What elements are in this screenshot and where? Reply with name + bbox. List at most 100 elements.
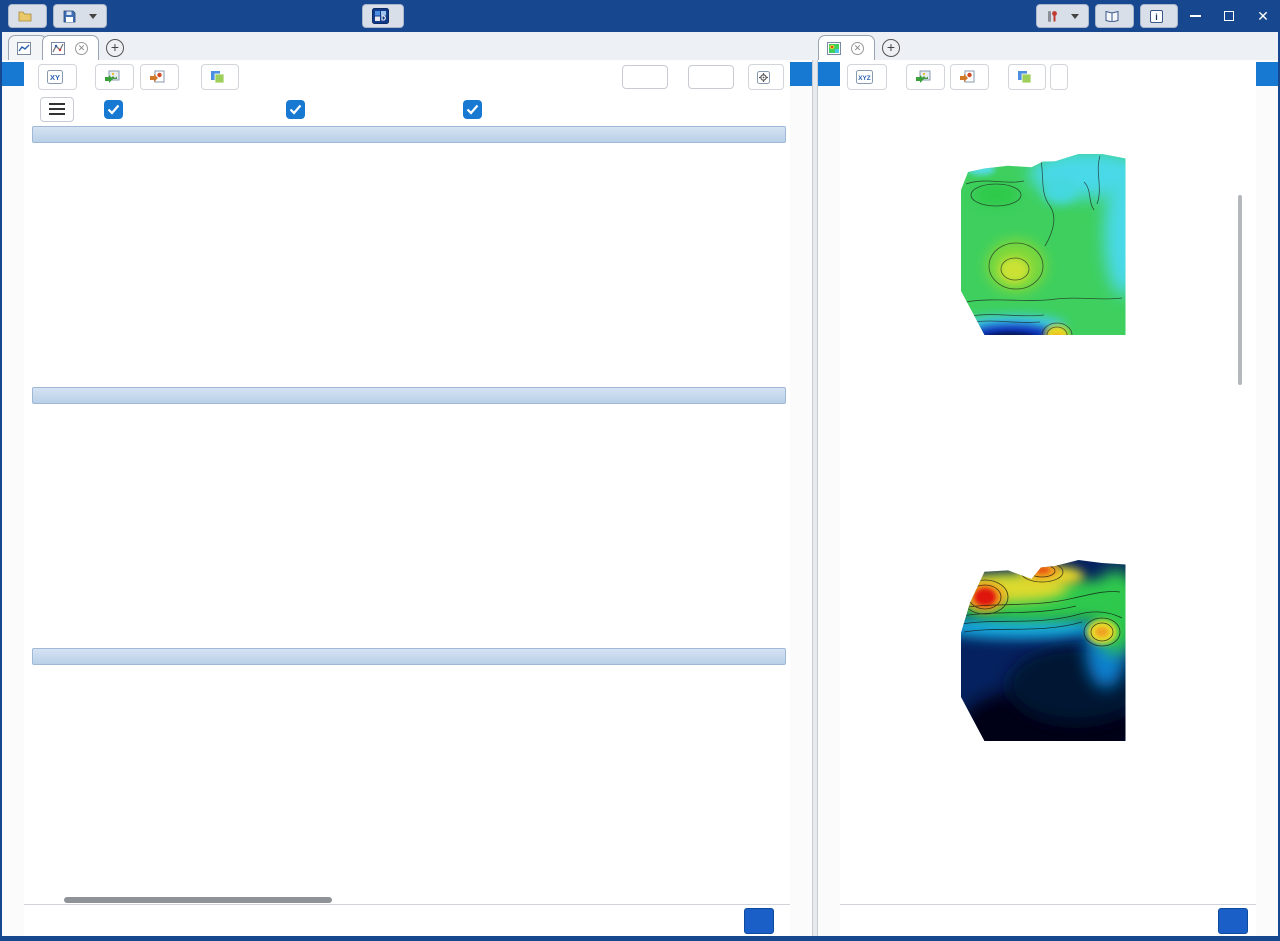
chart-thc-2000 bbox=[534, 665, 779, 896]
tab-xy-plot[interactable]: ✕ bbox=[42, 35, 99, 60]
section-bmep bbox=[32, 387, 790, 642]
gear-icon bbox=[757, 71, 770, 84]
save-icon bbox=[63, 10, 76, 23]
section-header[interactable] bbox=[32, 387, 786, 404]
left-settings-strip bbox=[790, 60, 812, 936]
datagrid-button[interactable] bbox=[1218, 908, 1248, 934]
vtab-settings[interactable] bbox=[1256, 62, 1278, 86]
section-header[interactable] bbox=[32, 126, 786, 143]
checkbox-checked-icon bbox=[286, 100, 305, 119]
minimize-button[interactable] bbox=[1178, 0, 1212, 32]
xy-plot-panel: XY bbox=[2, 60, 812, 936]
contour-bottom-bar bbox=[840, 904, 1256, 936]
contour-panel: XYZ bbox=[818, 60, 1278, 936]
add-tab-button[interactable]: + bbox=[106, 39, 124, 57]
close-tab-icon[interactable]: ✕ bbox=[75, 42, 88, 55]
checkbox-1000[interactable] bbox=[104, 100, 131, 119]
info-button[interactable]: i bbox=[1140, 4, 1178, 28]
ppt-output-button[interactable] bbox=[950, 64, 989, 90]
xy-select-icon: XY bbox=[47, 70, 63, 84]
close-button[interactable]: ✕ bbox=[1246, 0, 1280, 32]
memo-paper-icon bbox=[210, 70, 225, 84]
chart-fuel-1000 bbox=[44, 143, 289, 381]
folder-icon bbox=[18, 10, 32, 22]
vtab-data-block-list[interactable] bbox=[818, 62, 840, 86]
svg-text:D: D bbox=[381, 16, 386, 23]
image-output-button[interactable] bbox=[95, 64, 134, 90]
xyz-select-icon: XYZ bbox=[856, 70, 873, 84]
chart-bmep-2000 bbox=[534, 404, 779, 642]
left-vtab-strip bbox=[2, 60, 24, 936]
xy-toolbar: XY bbox=[24, 60, 790, 94]
ppt-output-button[interactable] bbox=[140, 64, 179, 90]
contour-map-thc bbox=[844, 94, 1256, 474]
tab-bar: ✕ + ✕ + bbox=[0, 32, 1280, 60]
svg-text:i: i bbox=[1155, 12, 1158, 22]
horizontal-scrollbar[interactable] bbox=[36, 896, 778, 904]
image-output-button[interactable] bbox=[906, 64, 945, 90]
window-controls: i ✕ bbox=[1036, 0, 1280, 32]
open-button[interactable] bbox=[8, 4, 47, 28]
chart-fuel-1500 bbox=[289, 143, 534, 381]
close-tab-icon[interactable]: ✕ bbox=[851, 42, 864, 55]
scrollbar-thumb[interactable] bbox=[64, 897, 332, 903]
right-settings-strip bbox=[1256, 60, 1278, 936]
svg-text:XYZ: XYZ bbox=[858, 75, 871, 82]
section-fuel-rate bbox=[32, 126, 790, 381]
vtab-data-block-list[interactable] bbox=[2, 62, 24, 86]
datagrid-button[interactable] bbox=[744, 908, 774, 934]
memo-paper-button[interactable] bbox=[201, 64, 239, 90]
main-area: XY bbox=[0, 60, 1280, 936]
maximize-button[interactable] bbox=[1212, 0, 1246, 32]
contour-toolbar: XYZ bbox=[840, 60, 1256, 94]
digital-map-button[interactable]: D bbox=[362, 4, 404, 28]
settings-button[interactable] bbox=[1036, 4, 1089, 28]
xy-plot-content: XY bbox=[24, 60, 790, 936]
image-output-icon bbox=[915, 70, 931, 84]
item-select-button[interactable]: XYZ bbox=[847, 64, 887, 90]
menu-button[interactable] bbox=[40, 97, 74, 122]
digital-map-icon: D bbox=[372, 8, 389, 24]
checkbox-2000[interactable] bbox=[463, 100, 490, 119]
memo-paper-button[interactable] bbox=[1008, 64, 1046, 90]
save-button[interactable] bbox=[53, 4, 107, 28]
chart-fuel-2000 bbox=[534, 143, 779, 381]
title-bar: D i ✕ bbox=[0, 0, 1280, 32]
height-input[interactable] bbox=[688, 65, 734, 89]
vtab-settings[interactable] bbox=[790, 62, 812, 86]
app-window: D i ✕ bbox=[0, 0, 1280, 941]
contour-map-icon bbox=[827, 42, 841, 55]
vertical-scrollbar-thumb[interactable] bbox=[1238, 195, 1242, 385]
truncated-button[interactable] bbox=[1050, 64, 1068, 90]
chevron-down-icon bbox=[89, 14, 97, 19]
item-select-button[interactable]: XY bbox=[38, 64, 77, 90]
help-button[interactable] bbox=[1095, 4, 1134, 28]
checkbox-checked-icon bbox=[463, 100, 482, 119]
memo-paper-icon bbox=[1017, 70, 1032, 84]
checkbox-1500[interactable] bbox=[286, 100, 313, 119]
series-checkbox-row bbox=[24, 96, 790, 122]
image-output-icon bbox=[104, 70, 120, 84]
contour-map-nox bbox=[844, 500, 1256, 880]
contour-maps-area bbox=[840, 94, 1256, 904]
contour-surface bbox=[934, 552, 1144, 770]
section-thc bbox=[32, 648, 790, 896]
tab-contour-map[interactable]: ✕ bbox=[818, 35, 875, 60]
right-vtab-strip bbox=[818, 60, 840, 936]
width-input[interactable] bbox=[622, 65, 668, 89]
detail-settings-button[interactable] bbox=[748, 64, 784, 90]
ppt-output-icon bbox=[959, 70, 975, 84]
chart-bmep-1500 bbox=[289, 404, 534, 642]
window-bottom-edge bbox=[0, 936, 1280, 941]
section-header[interactable] bbox=[32, 648, 786, 665]
contour-content: XYZ bbox=[840, 60, 1256, 936]
chevron-down-icon bbox=[1071, 14, 1079, 19]
svg-text:XY: XY bbox=[50, 73, 60, 82]
chart-sections bbox=[24, 122, 790, 896]
add-tab-button[interactable]: + bbox=[882, 39, 900, 57]
xy-bottom-bar bbox=[24, 904, 790, 936]
chart-thc-1500 bbox=[289, 665, 534, 896]
info-icon: i bbox=[1150, 10, 1163, 23]
item-list-icon bbox=[17, 42, 31, 55]
contour-surface bbox=[954, 146, 1145, 349]
